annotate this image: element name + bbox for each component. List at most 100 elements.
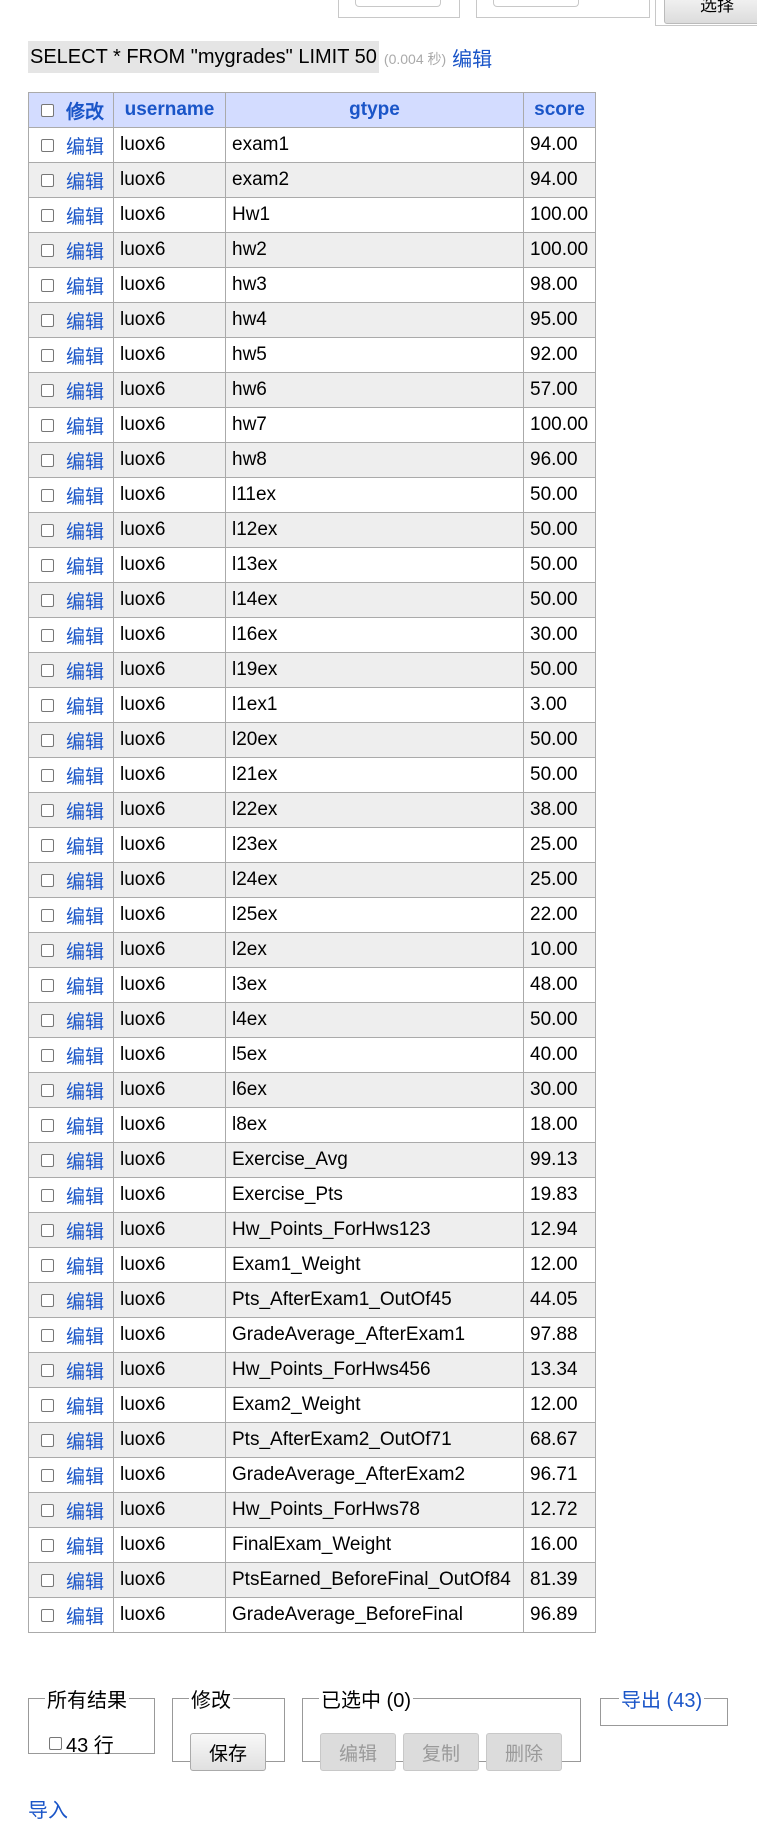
column-header-score[interactable]: score bbox=[523, 92, 596, 128]
cell-gtype[interactable]: exam2 bbox=[225, 162, 524, 198]
cell-username[interactable]: luox6 bbox=[113, 1142, 226, 1178]
row-edit-link[interactable]: 编辑 bbox=[66, 1077, 104, 1104]
row-edit-link[interactable]: 编辑 bbox=[66, 482, 104, 509]
cell-gtype[interactable]: hw5 bbox=[225, 337, 524, 373]
cell-gtype[interactable]: PtsEarned_BeforeFinal_OutOf84 bbox=[225, 1562, 524, 1598]
save-button[interactable]: 保存 bbox=[190, 1733, 266, 1771]
choose-button[interactable]: 选择 bbox=[664, 0, 757, 24]
select-all-results-checkbox[interactable] bbox=[49, 1737, 62, 1750]
cell-score[interactable]: 30.00 bbox=[523, 1072, 596, 1108]
row-checkbox[interactable] bbox=[41, 1573, 54, 1587]
cell-username[interactable]: luox6 bbox=[113, 1282, 226, 1318]
column-header-username[interactable]: username bbox=[113, 92, 226, 128]
cell-gtype[interactable]: GradeAverage_BeforeFinal bbox=[225, 1597, 524, 1633]
cell-username[interactable]: luox6 bbox=[113, 967, 226, 1003]
row-checkbox[interactable] bbox=[41, 908, 54, 922]
cell-gtype[interactable]: Exercise_Avg bbox=[225, 1142, 524, 1178]
cell-score[interactable]: 100.00 bbox=[523, 197, 596, 233]
row-edit-link[interactable]: 编辑 bbox=[66, 1147, 104, 1174]
cell-score[interactable]: 57.00 bbox=[523, 372, 596, 408]
cell-gtype[interactable]: hw6 bbox=[225, 372, 524, 408]
top-select-left[interactable] bbox=[355, 0, 441, 7]
row-edit-link[interactable]: 编辑 bbox=[66, 1567, 104, 1594]
cell-username[interactable]: luox6 bbox=[113, 197, 226, 233]
cell-score[interactable]: 25.00 bbox=[523, 827, 596, 863]
row-checkbox[interactable] bbox=[41, 663, 54, 677]
cell-score[interactable]: 16.00 bbox=[523, 1527, 596, 1563]
cell-gtype[interactable]: l5ex bbox=[225, 1037, 524, 1073]
row-edit-link[interactable]: 编辑 bbox=[66, 447, 104, 474]
cell-score[interactable]: 22.00 bbox=[523, 897, 596, 933]
cell-gtype[interactable]: l4ex bbox=[225, 1002, 524, 1038]
row-checkbox[interactable] bbox=[41, 1398, 54, 1412]
cell-username[interactable]: luox6 bbox=[113, 1002, 226, 1038]
row-checkbox[interactable] bbox=[41, 628, 54, 642]
cell-username[interactable]: luox6 bbox=[113, 442, 226, 478]
cell-gtype[interactable]: hw8 bbox=[225, 442, 524, 478]
row-checkbox[interactable] bbox=[41, 1293, 54, 1307]
cell-score[interactable]: 50.00 bbox=[523, 652, 596, 688]
row-edit-link[interactable]: 编辑 bbox=[66, 517, 104, 544]
copy-selected-button[interactable]: 复制 bbox=[403, 1733, 479, 1771]
cell-gtype[interactable]: l24ex bbox=[225, 862, 524, 898]
cell-username[interactable]: luox6 bbox=[113, 792, 226, 828]
row-edit-link[interactable]: 编辑 bbox=[66, 1357, 104, 1384]
cell-gtype[interactable]: hw7 bbox=[225, 407, 524, 443]
cell-username[interactable]: luox6 bbox=[113, 407, 226, 443]
column-header-modify[interactable]: 修改 bbox=[66, 97, 104, 124]
row-edit-link[interactable]: 编辑 bbox=[66, 237, 104, 264]
cell-gtype[interactable]: Pts_AfterExam1_OutOf45 bbox=[225, 1282, 524, 1318]
row-checkbox[interactable] bbox=[41, 978, 54, 992]
row-edit-link[interactable]: 编辑 bbox=[66, 762, 104, 789]
row-edit-link[interactable]: 编辑 bbox=[66, 307, 104, 334]
row-checkbox[interactable] bbox=[41, 1013, 54, 1027]
row-checkbox[interactable] bbox=[41, 943, 54, 957]
row-edit-link[interactable]: 编辑 bbox=[66, 937, 104, 964]
cell-gtype[interactable]: l2ex bbox=[225, 932, 524, 968]
row-edit-link[interactable]: 编辑 bbox=[66, 797, 104, 824]
row-checkbox[interactable] bbox=[41, 1538, 54, 1552]
row-edit-link[interactable]: 编辑 bbox=[66, 1042, 104, 1069]
cell-score[interactable]: 38.00 bbox=[523, 792, 596, 828]
row-checkbox[interactable] bbox=[41, 1258, 54, 1272]
row-edit-link[interactable]: 编辑 bbox=[66, 692, 104, 719]
select-all-checkbox[interactable] bbox=[41, 103, 54, 117]
row-edit-link[interactable]: 编辑 bbox=[66, 1287, 104, 1314]
row-checkbox[interactable] bbox=[41, 1468, 54, 1482]
row-checkbox[interactable] bbox=[41, 873, 54, 887]
cell-score[interactable]: 50.00 bbox=[523, 512, 596, 548]
cell-gtype[interactable]: l12ex bbox=[225, 512, 524, 548]
row-checkbox[interactable] bbox=[41, 523, 54, 537]
column-header-gtype[interactable]: gtype bbox=[225, 92, 524, 128]
cell-score[interactable]: 50.00 bbox=[523, 547, 596, 583]
cell-score[interactable]: 97.88 bbox=[523, 1317, 596, 1353]
cell-score[interactable]: 98.00 bbox=[523, 267, 596, 303]
top-select-right[interactable] bbox=[493, 0, 579, 7]
row-edit-link[interactable]: 编辑 bbox=[66, 342, 104, 369]
cell-score[interactable]: 10.00 bbox=[523, 932, 596, 968]
cell-gtype[interactable]: l21ex bbox=[225, 757, 524, 793]
cell-gtype[interactable]: l25ex bbox=[225, 897, 524, 933]
row-checkbox[interactable] bbox=[41, 1503, 54, 1517]
cell-username[interactable]: luox6 bbox=[113, 232, 226, 268]
cell-username[interactable]: luox6 bbox=[113, 1492, 226, 1528]
delete-selected-button[interactable]: 删除 bbox=[486, 1733, 562, 1771]
row-edit-link[interactable]: 编辑 bbox=[66, 1497, 104, 1524]
cell-username[interactable]: luox6 bbox=[113, 1597, 226, 1633]
cell-username[interactable]: luox6 bbox=[113, 1352, 226, 1388]
row-checkbox[interactable] bbox=[41, 593, 54, 607]
import-link[interactable]: 导入 bbox=[28, 1794, 68, 1823]
cell-username[interactable]: luox6 bbox=[113, 1072, 226, 1108]
cell-username[interactable]: luox6 bbox=[113, 547, 226, 583]
cell-username[interactable]: luox6 bbox=[113, 162, 226, 198]
cell-username[interactable]: luox6 bbox=[113, 1422, 226, 1458]
row-checkbox[interactable] bbox=[41, 1433, 54, 1447]
cell-gtype[interactable]: l3ex bbox=[225, 967, 524, 1003]
cell-gtype[interactable]: l23ex bbox=[225, 827, 524, 863]
cell-username[interactable]: luox6 bbox=[113, 1177, 226, 1213]
cell-score[interactable]: 18.00 bbox=[523, 1107, 596, 1143]
cell-score[interactable]: 50.00 bbox=[523, 477, 596, 513]
row-checkbox[interactable] bbox=[41, 453, 54, 467]
cell-score[interactable]: 50.00 bbox=[523, 722, 596, 758]
cell-username[interactable]: luox6 bbox=[113, 1107, 226, 1143]
